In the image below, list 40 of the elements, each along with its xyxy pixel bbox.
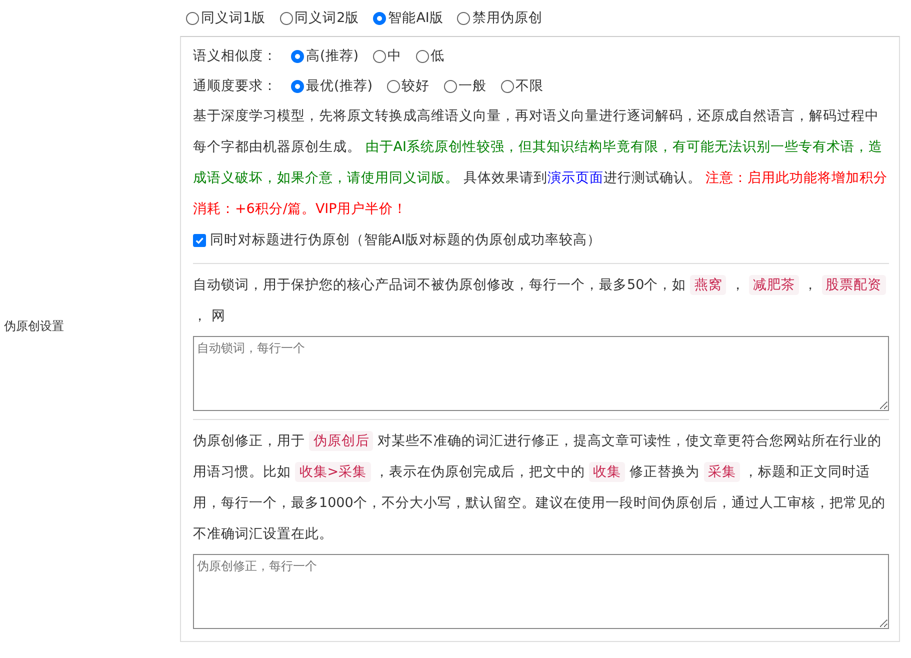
radio-option[interactable]: 最优(推荐): [291, 71, 373, 101]
radio-button[interactable]: [444, 80, 457, 92]
mode-radio-option[interactable]: 智能AI版: [373, 6, 444, 30]
radio-button[interactable]: [500, 80, 514, 92]
radio-button[interactable]: [372, 50, 386, 62]
highlighted-term: 伪原创后: [309, 431, 374, 451]
mode-radio-option[interactable]: 同义词2版: [280, 6, 360, 30]
radio-button[interactable]: [280, 12, 293, 24]
radio-button[interactable]: [457, 12, 470, 24]
radio-button[interactable]: [291, 80, 304, 92]
highlighted-term: 采集: [704, 462, 740, 482]
correction-description: 伪原创修正，用于 伪原创后 对某些不准确的词汇进行修正，提高文章可读性，使文章更符合您网站所在行业的用语习惯。比如 收集>采集 ，表示在伪原创完成后，把文中的 收集 修正替换为 采集 ，标题和正文同时适用，每行一个，最多1000个，不分大小写，默认留空。建议在使用一段时间伪原创后，通过人工审核，把常见的不准确词汇设置在此。: [193, 430, 886, 544]
checkbox[interactable]: [193, 234, 206, 246]
radio-button[interactable]: [416, 50, 429, 62]
highlighted-term: 股票配资: [822, 275, 886, 295]
option-label: 通顺度要求：: [193, 77, 277, 96]
radio-button[interactable]: [186, 12, 199, 24]
radio-button[interactable]: [373, 12, 386, 24]
option-label: 语义相似度：: [193, 47, 277, 66]
highlighted-term: 收集>采集: [295, 462, 371, 482]
radio-option[interactable]: 一般: [444, 71, 487, 101]
highlighted-term: 减肥茶: [749, 275, 800, 295]
radio-option[interactable]: 高(推荐): [291, 41, 359, 71]
radio-option[interactable]: 不限: [500, 71, 544, 101]
radio-button[interactable]: [291, 50, 304, 62]
section-label: 伪原创设置: [3, 318, 64, 335]
correction-field[interactable]: 伪原创修正，每行一个: [193, 554, 889, 629]
lock-words-field[interactable]: 自动锁词，每行一个: [193, 336, 889, 411]
highlighted-term: 收集: [589, 462, 626, 482]
radio-option[interactable]: 较好: [386, 71, 430, 101]
ai-description: 基于深度学习模型，先将原文转换成高维语义向量，再对语义向量进行逐词解码，还原成自然语言，解码过程中每个字都由机器原创生成。 由于AI系统原创性较强，但其知识结构毕竟有限，有可能无法识别一些专有术语，造成语义破坏，如果介意，请使用同义词版。 具体效果请到演示页面进行测试确认。 注意：启用此功能将增加积分消耗：+6积分/篇。VIP用户半价！: [193, 107, 889, 219]
mode-radio-option[interactable]: 同义词1版: [186, 6, 266, 30]
highlighted-term: 燕窝: [690, 275, 726, 295]
lock-words-description: 自动锁词，用于保护您的核心产品词不被伪原创修改，每行一个，最多50个，如 燕窝 ， 减肥茶 ， 股票配资 ， 网: [193, 270, 889, 332]
radio-option[interactable]: 中: [372, 41, 402, 71]
radio-button[interactable]: [386, 80, 400, 92]
mode-radio-option[interactable]: 禁用伪原创: [457, 6, 542, 30]
title-checkbox-option[interactable]: 同时对标题进行伪原创（智能AI版对标题的伪原创成功率较高）: [193, 225, 602, 255]
radio-option[interactable]: 低: [416, 41, 445, 71]
demo-page-link[interactable]: 演示页面: [547, 170, 604, 186]
